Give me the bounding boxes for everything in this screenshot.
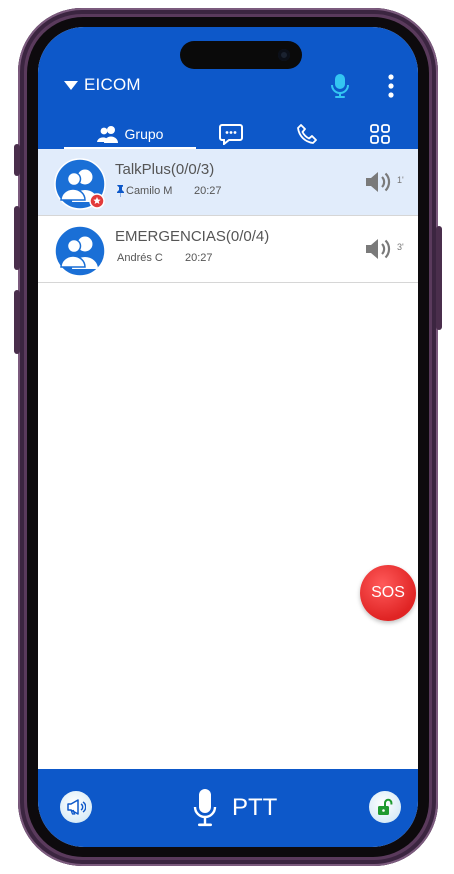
bottom-bar: PTT [38, 769, 418, 847]
tab-bar: Grupo [38, 119, 418, 149]
last-speaker: Camilo M [126, 185, 173, 197]
group-row-emergencias[interactable]: EMERGENCIAS(0/0/4) Andrés C 20:27 3' [38, 216, 418, 283]
side-button [14, 144, 20, 176]
ptt-button[interactable]: PTT [192, 787, 277, 829]
microphone-icon[interactable] [329, 73, 351, 99]
speaker-volume-icon[interactable] [364, 236, 394, 262]
lock-button[interactable] [369, 791, 401, 823]
pin-icon [117, 185, 124, 197]
unlock-icon [378, 798, 393, 815]
side-button [14, 290, 20, 354]
group-list: TalkPlus(0/0/3) Camilo M 20:27 1' EMERGE… [38, 149, 418, 283]
tab-chat[interactable] [216, 119, 246, 149]
tab-grupo[interactable]: Grupo [64, 119, 196, 149]
tab-label: Grupo [124, 126, 164, 142]
side-button [14, 206, 20, 270]
tab-calls[interactable] [292, 119, 322, 149]
megaphone-icon [67, 799, 86, 815]
ptt-label: PTT [232, 794, 278, 821]
tab-apps[interactable] [365, 119, 395, 149]
sos-button[interactable]: SOS [360, 565, 416, 621]
more-options-icon[interactable] [386, 73, 396, 99]
speaker-volume-icon[interactable] [364, 169, 394, 195]
camera-icon [278, 49, 290, 61]
group-icon [96, 126, 118, 143]
group-name: TalkPlus(0/0/3) [115, 161, 215, 178]
dropdown-arrow-icon [64, 80, 78, 90]
chat-icon [219, 124, 243, 145]
group-name: EMERGENCIAS(0/0/4) [115, 228, 270, 245]
side-button [436, 226, 442, 330]
phone-icon [297, 124, 317, 144]
volume-level: 3' [397, 242, 404, 252]
microphone-icon [193, 789, 217, 827]
account-selector[interactable]: EICOM [64, 75, 141, 95]
volume-level: 1' [397, 175, 404, 185]
group-avatar-icon [54, 225, 106, 277]
screen: EICOM Grupo TalkPlus(0/0/3) Camilo M 20:… [38, 27, 418, 847]
broadcast-button[interactable] [60, 791, 92, 823]
last-speaker: Andrés C [117, 252, 163, 264]
last-activity-time: 20:27 [185, 252, 213, 264]
group-row-talkplus[interactable]: TalkPlus(0/0/3) Camilo M 20:27 1' [38, 149, 418, 216]
group-avatar-icon [54, 158, 106, 210]
last-activity-time: 20:27 [194, 185, 222, 197]
apps-grid-icon [370, 124, 390, 144]
dynamic-island [180, 41, 302, 69]
sos-label: SOS [371, 584, 405, 601]
app-title: EICOM [84, 75, 141, 94]
